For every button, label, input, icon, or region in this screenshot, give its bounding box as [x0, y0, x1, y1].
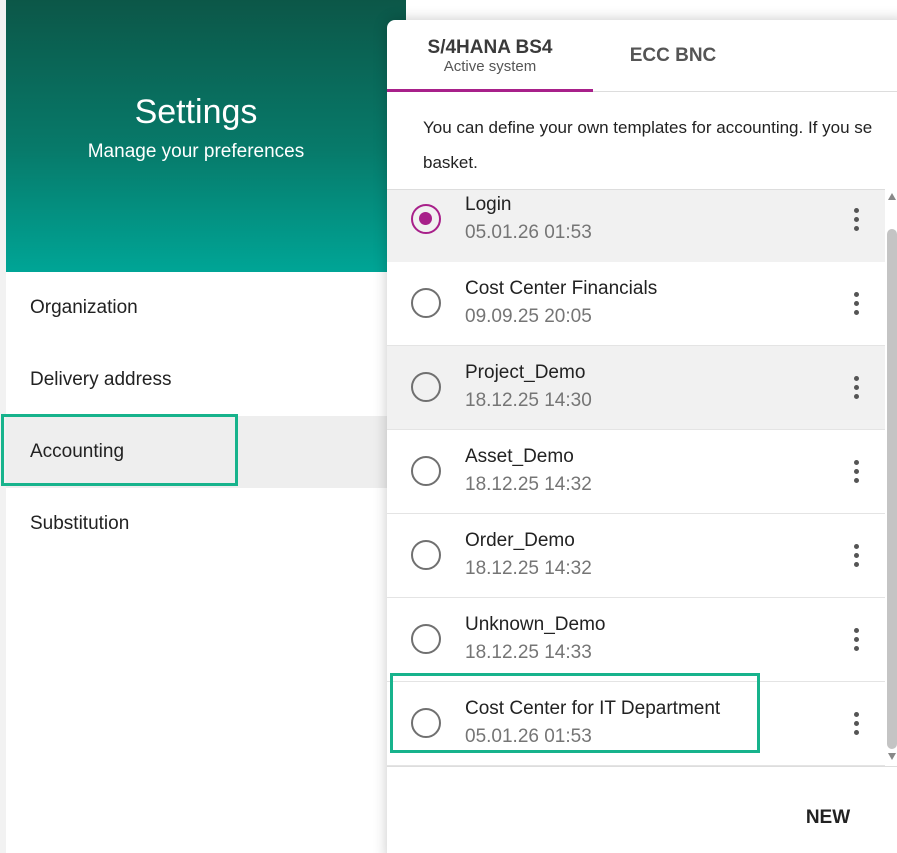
more-options-icon[interactable] [849, 710, 863, 738]
description-text-continued: basket. [423, 153, 478, 172]
more-options-icon[interactable] [849, 290, 863, 318]
template-name: Cost Center for IT Department [465, 698, 721, 719]
template-date: 05.01.26 01:53 [465, 726, 592, 747]
tab-sublabel: Active system [443, 58, 537, 75]
template-name: Login [465, 194, 512, 215]
template-radio[interactable] [411, 204, 441, 234]
tab-label: ECC BNC [629, 45, 717, 66]
tab-label: S/4HANA BS4 [427, 37, 553, 58]
template-radio[interactable] [411, 708, 441, 738]
sidebar-item-accounting[interactable]: Accounting [6, 416, 406, 488]
sidebar-item-label: Delivery address [30, 369, 172, 390]
more-options-icon[interactable] [849, 374, 863, 402]
scroll-thumb[interactable] [887, 229, 897, 749]
sidebar-item-delivery-address[interactable]: Delivery address [6, 344, 406, 416]
template-date: 18.12.25 14:32 [465, 558, 592, 579]
system-tabs: S/4HANA BS4 Active system ECC BNC [387, 20, 897, 92]
more-options-icon[interactable] [849, 206, 863, 234]
sidebar-item-label: Organization [30, 297, 138, 318]
template-radio[interactable] [411, 540, 441, 570]
settings-sidebar: Settings Manage your preferences Organiz… [6, 0, 406, 853]
settings-header: Settings Manage your preferences [6, 0, 406, 272]
list-item[interactable]: Cost Center for IT Department 05.01.26 0… [387, 682, 885, 766]
list-item[interactable]: Project_Demo 18.12.25 14:30 [387, 346, 885, 430]
template-radio[interactable] [411, 288, 441, 318]
page-title: Settings [134, 93, 258, 131]
list-item[interactable]: Asset_Demo 18.12.25 14:32 [387, 430, 885, 514]
list-item[interactable]: Cost Center Financials 09.09.25 20:05 [387, 262, 885, 346]
template-date: 18.12.25 14:33 [465, 642, 592, 663]
template-list: Login 05.01.26 01:53 Cost Center Financi… [387, 189, 885, 767]
sidebar-item-label: Substitution [30, 513, 130, 534]
panel-footer: NEW [387, 766, 897, 853]
template-date: 18.12.25 14:32 [465, 474, 592, 495]
more-options-icon[interactable] [849, 458, 863, 486]
template-name: Order_Demo [465, 530, 575, 551]
sidebar-item-label: Accounting [30, 441, 125, 462]
list-item[interactable]: Order_Demo 18.12.25 14:32 [387, 514, 885, 598]
description-text: You can define your own templates for ac… [423, 118, 873, 137]
page-subtitle: Manage your preferences [87, 141, 305, 162]
template-radio[interactable] [411, 456, 441, 486]
tab-s4hana-bs4[interactable]: S/4HANA BS4 Active system [387, 20, 593, 92]
template-date: 09.09.25 20:05 [465, 306, 592, 327]
template-name: Unknown_Demo [465, 614, 606, 635]
more-options-icon[interactable] [849, 626, 863, 654]
scroll-down-arrow-icon[interactable] [888, 753, 896, 760]
template-date: 18.12.25 14:30 [465, 390, 592, 411]
list-scrollbar[interactable] [887, 193, 897, 763]
template-name: Project_Demo [465, 362, 586, 383]
accounting-templates-panel: S/4HANA BS4 Active system ECC BNC You ca… [387, 20, 897, 853]
template-radio[interactable] [411, 372, 441, 402]
template-radio[interactable] [411, 624, 441, 654]
list-item[interactable]: Unknown_Demo 18.12.25 14:33 [387, 598, 885, 682]
more-options-icon[interactable] [849, 542, 863, 570]
sidebar-item-substitution[interactable]: Substitution [6, 488, 406, 560]
new-template-button[interactable]: NEW [783, 803, 873, 833]
template-name: Asset_Demo [465, 446, 574, 467]
scroll-up-arrow-icon[interactable] [888, 193, 896, 200]
template-date: 05.01.26 01:53 [465, 222, 592, 243]
tab-ecc-bnc[interactable]: ECC BNC [593, 20, 753, 92]
sidebar-item-organization[interactable]: Organization [6, 272, 406, 344]
template-name: Cost Center Financials [465, 278, 658, 299]
